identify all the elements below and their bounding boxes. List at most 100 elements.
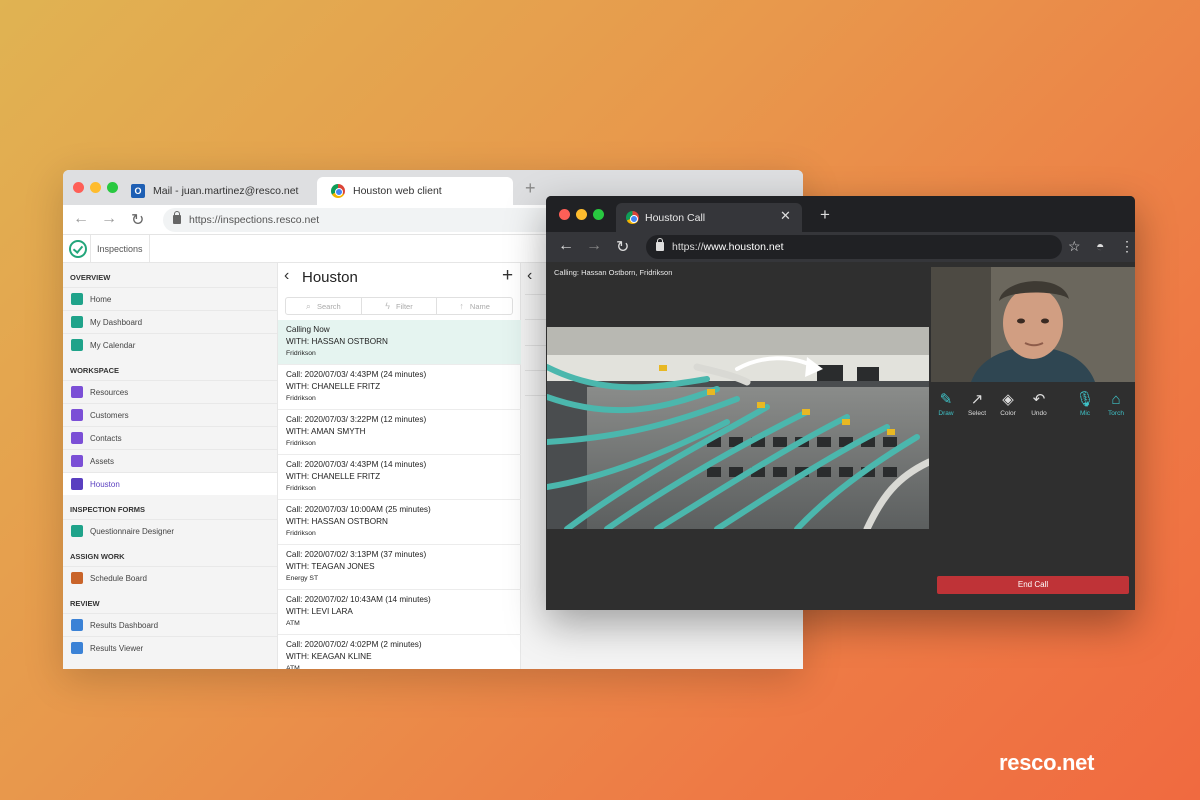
maximize-window-button[interactable] [593,209,604,220]
color-tool-label: Color [1000,410,1016,417]
close-window-button[interactable] [559,209,570,220]
call-time: Call: 2020/07/02/ 10:43AM (14 minutes) [286,595,431,604]
incognito-icon[interactable]: ◓ [1096,238,1104,254]
tab-houston-call[interactable]: Houston Call [616,203,802,232]
sidebar-item-contacts[interactable]: Contacts [63,426,277,449]
mic-icon: 🎙 [1075,391,1095,408]
app-title[interactable]: Inspections [90,235,150,263]
end-call-button[interactable]: End Call [937,576,1129,594]
mic-tool-button[interactable]: 🎙 Mic [1070,390,1100,417]
draw-tool-button[interactable]: ✎ Draw [931,390,961,417]
remote-video-feed[interactable] [547,327,929,529]
close-tab-icon[interactable]: ✕ [780,208,791,224]
sidebar-item-results-dashboard[interactable]: Results Dashboard [63,613,277,636]
sidebar-item-label: Schedule Board [90,573,147,583]
call-participant: WITH: KEAGAN KLINE [286,652,372,661]
houston-call-window: Houston Call ✕ + ← → ↻ https://www.houst… [546,196,1135,610]
sidebar-item-my-calendar[interactable]: My Calendar [63,333,277,356]
reload-icon[interactable]: ↻ [131,210,144,230]
add-call-button[interactable]: + [502,265,513,287]
call-list-item[interactable]: Call: 2020/07/03/ 4:43PM (14 minutes) WIT… [278,455,521,500]
color-tool-button[interactable]: ◈ Color [993,390,1023,417]
self-video-feed[interactable] [931,267,1135,382]
torch-tool-button[interactable]: ⌂ Torch [1101,390,1131,417]
detail-back-chevron-icon[interactable]: ‹ [527,267,532,285]
sidebar-item-label: Results Dashboard [90,620,159,630]
minimize-window-button[interactable] [90,182,101,193]
mic-tool-label: Mic [1079,410,1091,417]
results-dashboard-icon [71,619,83,631]
back-arrow-icon[interactable]: ← [558,237,574,255]
call-company: ATM [286,620,300,627]
sort-name-button[interactable]: ↑ Name [437,298,512,314]
torch-icon: ⌂ [1111,391,1121,408]
sidebar-item-houston[interactable]: Houston [63,472,277,495]
sidebar-item-results-viewer[interactable]: Results Viewer [63,636,277,659]
chrome-icon [331,184,345,198]
search-button[interactable]: ⌕ Search [286,298,362,314]
sidebar-item-questionnaire-designer[interactable]: Questionnaire Designer [63,519,277,542]
call-company: Fridrikson [286,530,316,537]
call-time: Call: 2020/07/03/ 3:22PM (12 minutes) [286,415,427,424]
home-icon [71,293,83,305]
call-list-item[interactable]: Calling Now WITH: HASSAN OSTBORN Fridrikso… [278,320,521,365]
sidebar-item-label: Results Viewer [90,643,144,653]
call-list-item[interactable]: Call: 2020/07/03/ 4:43PM (24 minutes) WIT… [278,365,521,410]
sidebar-item-my-dashboard[interactable]: My Dashboard [63,310,277,333]
new-tab-button[interactable]: + [820,205,830,225]
call-participant: WITH: LEVI LARA [286,607,353,616]
draw-tool-label: Draw [938,410,954,417]
sidebar-item-customers[interactable]: Customers [63,403,277,426]
more-menu-icon[interactable]: ⋮ [1120,238,1134,255]
undo-tool-button[interactable]: ↶ Undo [1024,390,1054,417]
sidebar-item-resources[interactable]: Resources [63,380,277,403]
lock-icon [173,211,181,224]
call-list-item[interactable]: Call: 2020/07/03/ 10:00AM (25 minutes) WI… [278,500,521,545]
filter-button[interactable]: ϟ Filter [362,298,438,314]
call-body: Calling: Hassan Ostborn, Fridrikson ✎ Dr… [546,262,1135,610]
maximize-window-button[interactable] [107,182,118,193]
tab-mail[interactable]: O Mail - juan.martinez@resco.net [125,177,315,205]
sidebar-item-label: Customers [90,410,129,420]
call-participant: WITH: CHANELLE FRITZ [286,382,381,391]
call-participant: WITH: HASSAN OSTBORN [286,517,388,526]
reload-icon[interactable]: ↻ [616,237,629,257]
tab-houston-web-client[interactable]: Houston web client [317,177,513,205]
back-arrow-icon[interactable]: ← [73,210,89,228]
sidebar-item-home[interactable]: Home [63,287,277,310]
select-icon: ↗ [970,391,984,408]
close-window-button[interactable] [73,182,84,193]
back-chevron-icon[interactable]: ‹ [284,267,289,285]
search-label: Search [316,301,341,311]
star-icon[interactable]: ☆ [1068,238,1081,255]
minimize-window-button[interactable] [576,209,587,220]
call-time: Call: 2020/07/02/ 3:13PM (37 minutes) [286,550,427,559]
results-viewer-icon [71,642,83,654]
call-list-item[interactable]: Call: 2020/07/03/ 3:22PM (12 minutes) WIT… [278,410,521,455]
color-icon: ◈ [1002,391,1014,408]
network-cables-image [547,327,929,529]
questionnaire-designer-icon [71,525,83,537]
call-list-item[interactable]: Call: 2020/07/02/ 3:13PM (37 minutes) WIT… [278,545,521,590]
sidebar-item-schedule-board[interactable]: Schedule Board [63,566,277,589]
select-tool-label: Select [967,410,987,417]
tab-houston-call-label: Houston Call [645,211,706,224]
call-url-field[interactable]: https://www.houston.net [646,235,1062,259]
my-dashboard-icon [71,316,83,328]
call-company: Fridrikson [286,395,316,402]
inspections-logo-icon[interactable] [69,240,87,258]
sort-arrow-icon: ↑ [459,301,464,311]
tab-houston-label: Houston web client [353,185,442,197]
call-list-item[interactable]: Call: 2020/07/02/ 4:02PM (2 minutes) WITH… [278,635,521,669]
sidebar-item-assets[interactable]: Assets [63,449,277,472]
forward-arrow-icon[interactable]: → [586,237,602,255]
new-tab-button[interactable]: + [525,178,536,199]
select-tool-button[interactable]: ↗ Select [962,390,992,417]
sidebar-item-label: Resources [90,387,129,397]
call-list-item[interactable]: Call: 2020/07/02/ 10:43AM (14 minutes) WI… [278,590,521,635]
call-company: Fridrikson [286,350,316,357]
assets-icon [71,455,83,467]
sidebar-section-header: INSPECTION FORMS [70,505,146,514]
sidebar-item-label: My Dashboard [90,317,143,327]
forward-arrow-icon[interactable]: → [101,210,117,228]
